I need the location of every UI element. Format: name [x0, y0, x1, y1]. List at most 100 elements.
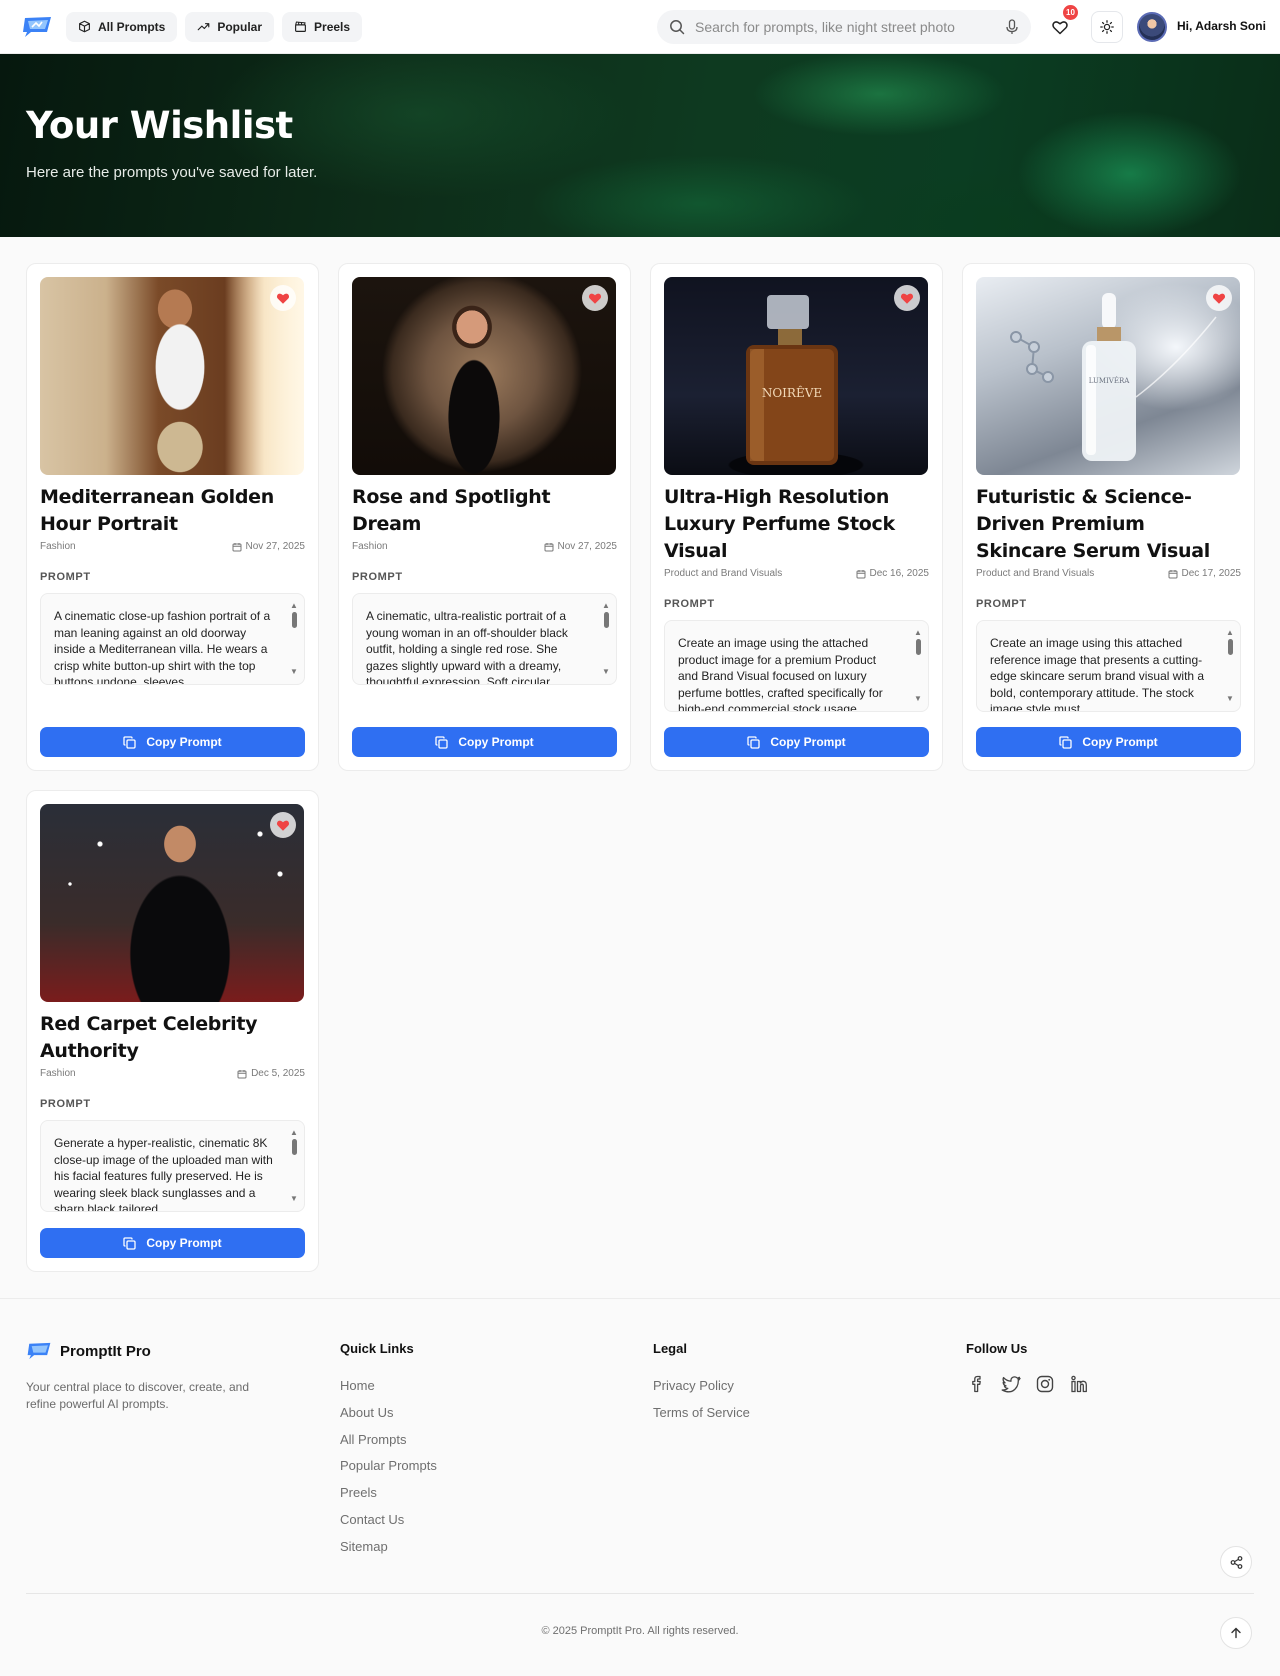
search-icon — [670, 20, 685, 35]
scrollbar[interactable]: ▲ ▼ — [290, 598, 298, 680]
prompt-label: PROMPT — [40, 1098, 91, 1110]
heart-filled-icon — [900, 293, 914, 304]
footer-brand[interactable]: PromptIt Pro — [26, 1341, 151, 1361]
footer-quick-links: Quick Links Home About Us All Prompts Po… — [340, 1341, 437, 1561]
calendar-icon — [232, 542, 241, 551]
scrollbar[interactable]: ▲ ▼ — [1226, 625, 1234, 707]
footer-brand-name: PromptIt Pro — [60, 1342, 151, 1360]
prompt-thumbnail[interactable] — [40, 277, 304, 475]
share-icon — [1230, 1555, 1242, 1569]
nav-popular[interactable]: Popular — [185, 11, 275, 42]
prompt-text-box[interactable]: A cinematic close-up fashion portrait of… — [40, 593, 305, 685]
search-bar — [657, 10, 1031, 44]
twitter-icon[interactable] — [1000, 1373, 1022, 1395]
prompt-date: Dec 5, 2025 — [251, 1068, 305, 1079]
footer-divider — [26, 1593, 1254, 1594]
copy-prompt-label: Copy Prompt — [770, 735, 846, 749]
bottle-label: NOIRÊVE — [762, 385, 822, 400]
favorite-toggle[interactable] — [270, 812, 296, 838]
arrow-up-icon — [1231, 1627, 1241, 1639]
prompt-text-box[interactable]: Create an image using this attached refe… — [976, 620, 1241, 712]
prompt-thumbnail[interactable] — [40, 804, 304, 1002]
copy-prompt-button[interactable]: Copy Prompt — [40, 1228, 305, 1258]
prompt-card: LUMIVÉRA Futuristic & Science-Driven Pre… — [962, 263, 1255, 771]
copy-prompt-button[interactable]: Copy Prompt — [352, 727, 617, 757]
copy-icon — [123, 735, 136, 749]
heart-filled-icon — [1212, 293, 1226, 304]
scrollbar[interactable]: ▲ ▼ — [290, 1125, 298, 1207]
calendar-icon — [856, 569, 865, 578]
scroll-to-top-button[interactable] — [1220, 1617, 1252, 1649]
instagram-icon[interactable] — [1034, 1373, 1056, 1395]
footer-link-home[interactable]: Home — [340, 1373, 437, 1400]
prompt-date: Nov 27, 2025 — [557, 541, 618, 552]
copy-prompt-label: Copy Prompt — [1082, 735, 1158, 749]
footer-link-about[interactable]: About Us — [340, 1400, 437, 1427]
user-avatar[interactable] — [1137, 12, 1167, 42]
prompt-category: Fashion — [352, 541, 388, 552]
favorite-toggle[interactable] — [894, 285, 920, 311]
copy-prompt-button[interactable]: Copy Prompt — [664, 727, 929, 757]
scrollbar[interactable]: ▲ ▼ — [602, 598, 610, 680]
prompt-date: Dec 17, 2025 — [1181, 568, 1242, 579]
page-title: Your Wishlist — [26, 104, 293, 147]
prompt-text-box[interactable]: Generate a hyper-realistic, cinematic 8K… — [40, 1120, 305, 1212]
serum-bottle-image: LUMIVÉRA — [1010, 293, 1217, 461]
prompt-category: Fashion — [40, 541, 76, 552]
prompt-thumbnail[interactable]: NOIRÊVE — [664, 277, 928, 475]
top-navbar: All Prompts Popular Preels 10 Hi, Adarsh… — [0, 0, 1280, 54]
footer-link-contact[interactable]: Contact Us — [340, 1507, 437, 1534]
prompt-title[interactable]: Mediterranean Golden Hour Portrait — [40, 484, 305, 538]
prompt-thumbnail[interactable]: LUMIVÉRA — [976, 277, 1240, 475]
linkedin-icon[interactable] — [1068, 1373, 1090, 1395]
copy-prompt-button[interactable]: Copy Prompt — [40, 727, 305, 757]
prompt-text-box[interactable]: Create an image using the attached produ… — [664, 620, 929, 712]
prompt-label: PROMPT — [664, 598, 715, 610]
prompt-title[interactable]: Rose and Spotlight Dream — [352, 484, 617, 538]
prompt-text-box[interactable]: A cinematic, ultra-realistic portrait of… — [352, 593, 617, 685]
nav-preels[interactable]: Preels — [282, 11, 363, 42]
heart-outline-icon — [1052, 20, 1068, 34]
prompt-date: Dec 16, 2025 — [869, 568, 930, 579]
share-button[interactable] — [1220, 1546, 1252, 1578]
footer-link-sitemap[interactable]: Sitemap — [340, 1534, 437, 1561]
follow-heading: Follow Us — [966, 1341, 1028, 1356]
scrollbar[interactable]: ▲ ▼ — [914, 625, 922, 707]
prompt-category: Product and Brand Visuals — [976, 568, 1095, 579]
facebook-icon[interactable] — [966, 1373, 988, 1395]
prompt-thumbnail[interactable] — [352, 277, 616, 475]
prompt-title[interactable]: Red Carpet Celebrity Authority — [40, 1011, 305, 1065]
wishlist-button[interactable]: 10 — [1044, 5, 1078, 43]
prompt-text: A cinematic, ultra-realistic portrait of… — [366, 609, 568, 685]
prompt-date: Nov 27, 2025 — [245, 541, 306, 552]
prompt-card: Red Carpet Celebrity Authority Fashion D… — [26, 790, 319, 1272]
favorite-toggle[interactable] — [1206, 285, 1232, 311]
search-input[interactable] — [695, 19, 1005, 35]
copy-icon — [747, 735, 760, 749]
prompt-card: Mediterranean Golden Hour Portrait Fashi… — [26, 263, 319, 771]
copy-prompt-label: Copy Prompt — [146, 1236, 222, 1250]
prompt-title[interactable]: Ultra-High Resolution Luxury Perfume Sto… — [664, 484, 929, 565]
prompt-title[interactable]: Futuristic & Science-Driven Premium Skin… — [976, 484, 1241, 565]
user-greeting[interactable]: Hi, Adarsh Soni — [1177, 19, 1266, 33]
footer-link-terms[interactable]: Terms of Service — [653, 1400, 750, 1427]
theme-toggle-button[interactable] — [1091, 11, 1123, 43]
wishlist-grid: Mediterranean Golden Hour Portrait Fashi… — [26, 263, 1255, 1272]
nav-all-prompts[interactable]: All Prompts — [66, 11, 178, 42]
footer-link-all-prompts[interactable]: All Prompts — [340, 1427, 437, 1454]
prompt-card: NOIRÊVE Ultra-High Resolution Luxury Per… — [650, 263, 943, 771]
copy-prompt-button[interactable]: Copy Prompt — [976, 727, 1241, 757]
footer-link-popular[interactable]: Popular Prompts — [340, 1453, 437, 1480]
footer-legal: Legal Privacy Policy Terms of Service — [653, 1341, 750, 1427]
calendar-icon — [237, 1069, 247, 1078]
microphone-icon[interactable] — [1005, 19, 1019, 35]
prompt-card: Rose and Spotlight Dream Fashion Nov 27,… — [338, 263, 631, 771]
heart-filled-icon — [276, 820, 290, 831]
heart-filled-icon — [276, 293, 290, 304]
prompt-text: Generate a hyper-realistic, cinematic 8K… — [54, 1136, 273, 1212]
favorite-toggle[interactable] — [582, 285, 608, 311]
footer-link-privacy[interactable]: Privacy Policy — [653, 1373, 750, 1400]
favorite-toggle[interactable] — [270, 285, 296, 311]
logo-icon[interactable] — [20, 14, 54, 40]
footer-link-preels[interactable]: Preels — [340, 1480, 437, 1507]
